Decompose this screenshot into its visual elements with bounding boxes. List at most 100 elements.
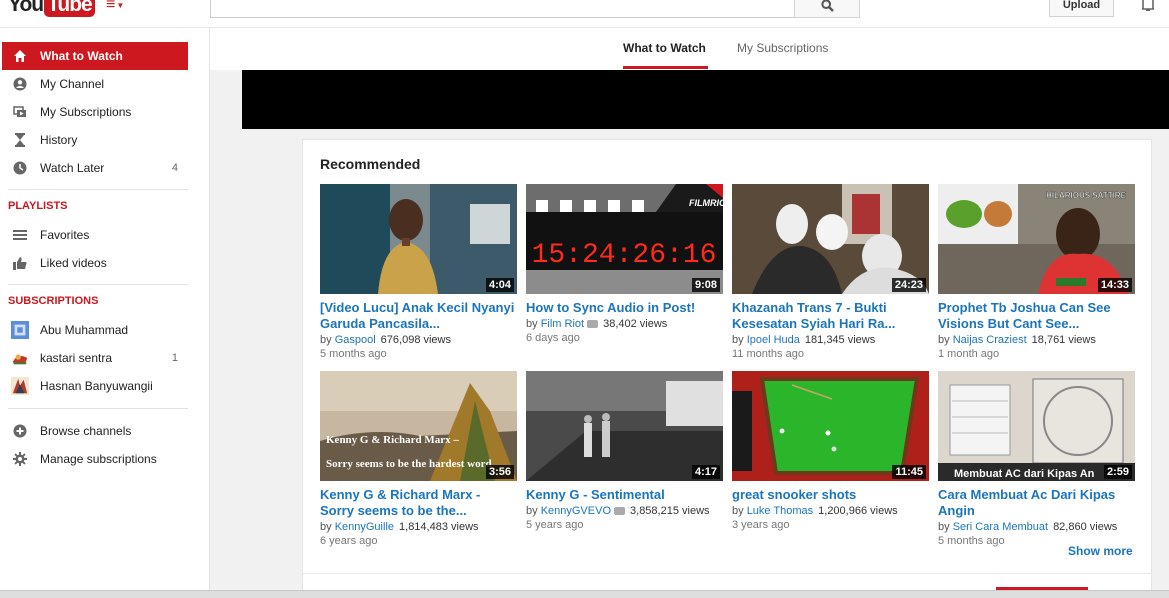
video-title[interactable]: [Video Lucu] Anak Kecil Nyanyi Garuda Pa… (320, 300, 517, 332)
video-thumbnail[interactable]: FILMRIOT 15:24:26:16 9:08 (526, 184, 723, 294)
video-meta: by Film Riot 38,402 views (526, 317, 723, 331)
video-age: 6 days ago (526, 332, 580, 344)
sidebar-item-what-to-watch[interactable]: What to Watch (2, 42, 188, 70)
thumbnail-caption: Membuat AC dari Kipas An (954, 468, 1095, 480)
sidebar-item-label: Liked videos (40, 256, 107, 270)
sidebar-item-browse-channels[interactable]: Browse channels (2, 417, 188, 445)
video-duration: 4:17 (691, 465, 720, 479)
guide-menu-button[interactable]: ≡ ▼ (106, 0, 124, 14)
verified-icon (587, 320, 599, 329)
video-title[interactable]: Prophet Tb Joshua Can See Visions But Ca… (938, 300, 1135, 332)
video-thumbnail[interactable]: 11:45 (732, 371, 929, 481)
channel-link[interactable]: Naijas Craziest (953, 334, 1027, 346)
sidebar-item-liked-videos[interactable]: Liked videos (2, 249, 188, 277)
sidebar-item-label: My Subscriptions (40, 105, 132, 119)
sidebar-item-history[interactable]: History (2, 126, 188, 154)
person-icon (11, 75, 29, 93)
clock-icon (11, 159, 29, 177)
banner (242, 70, 1169, 129)
playlists-heading[interactable]: PLAYLISTS (8, 200, 68, 212)
watch-later-count: 4 (171, 162, 178, 174)
notification-bell-icon[interactable] (1140, 0, 1156, 16)
video-thumbnail[interactable]: Membuat AC dari Kipas An 2:59 (938, 371, 1135, 481)
sidebar-item-label: My Channel (40, 77, 105, 91)
view-count: 38,402 views (603, 318, 668, 330)
video-age: 3 years ago (732, 519, 790, 531)
subscriptions-icon (11, 103, 29, 121)
tab-what-to-watch[interactable]: What to Watch (623, 41, 706, 55)
sidebar-divider (8, 189, 188, 190)
masthead: You Tube ≡ ▼ Upload (0, 0, 1169, 28)
video-card: 11:45 great snooker shots by Luke Thomas… (732, 371, 929, 532)
channel-link[interactable]: Film Riot (541, 318, 584, 330)
guide-sidebar: What to Watch My Channel My Subscription… (0, 28, 210, 598)
youtube-logo[interactable]: You Tube (8, 0, 95, 18)
sidebar-item-abu-muhammad[interactable]: Abu Muhammad (2, 316, 188, 344)
verified-icon (614, 507, 626, 516)
thumbnail-logo: FILMRIOT (689, 198, 723, 208)
video-meta: by KennyGuille 1,814,483 views (320, 520, 517, 534)
sidebar-item-favorites[interactable]: Favorites (2, 221, 188, 249)
video-card: Membuat AC dari Kipas An 2:59 Cara Membu… (938, 371, 1135, 548)
thumbnail-caption: HILARIOUS SATTIRE (1046, 191, 1127, 200)
video-title[interactable]: great snooker shots (732, 487, 929, 503)
channel-link[interactable]: Gaspool (335, 334, 376, 346)
channel-link[interactable]: KennyGuille (335, 521, 394, 533)
video-duration: 9:08 (691, 278, 720, 292)
video-thumbnail[interactable]: 24:23 (732, 184, 929, 294)
video-thumbnail[interactable]: HILARIOUS SATTIRE 14:33 (938, 184, 1135, 294)
home-icon (11, 47, 29, 65)
hourglass-icon (11, 131, 29, 149)
video-title[interactable]: Kenny G - Sentimental (526, 487, 723, 503)
active-tab-indicator (623, 66, 708, 69)
search-button[interactable] (794, 0, 860, 18)
sidebar-item-kastari-sentra[interactable]: kastari sentra 1 (2, 344, 188, 372)
channel-avatar (11, 321, 29, 339)
upload-button[interactable]: Upload (1049, 0, 1114, 17)
video-duration: 14:33 (1097, 278, 1132, 292)
search-icon (820, 0, 834, 12)
view-count: 3,858,215 views (630, 505, 710, 517)
thumbs-up-icon (11, 254, 29, 272)
sidebar-item-label: Favorites (40, 228, 90, 242)
sidebar-item-watch-later[interactable]: Watch Later 4 (2, 154, 188, 182)
video-duration: 24:23 (891, 278, 926, 292)
thumbnail-caption-line1: Kenny G & Richard Marx – (326, 434, 459, 446)
sidebar-item-hasnan-banyuwangii[interactable]: Hasnan Banyuwangii (2, 372, 188, 400)
video-meta: by Luke Thomas 1,200,966 views (732, 504, 929, 518)
plus-circle-icon (11, 422, 29, 440)
video-thumbnail[interactable]: 4:17 (526, 371, 723, 481)
sidebar-item-my-subscriptions[interactable]: My Subscriptions (2, 98, 188, 126)
by-label: by (938, 521, 950, 533)
video-card: 4:04 [Video Lucu] Anak Kecil Nyanyi Garu… (320, 184, 517, 361)
channel-link[interactable]: KennyGVEVO (541, 505, 611, 517)
video-title[interactable]: Cara Membuat Ac Dari Kipas Angin (938, 487, 1135, 519)
channel-link[interactable]: Seri Cara Membuat (953, 521, 1048, 533)
by-label: by (320, 334, 332, 346)
page-background (1152, 129, 1169, 590)
sidebar-item-manage-subscriptions[interactable]: Manage subscriptions (2, 445, 188, 473)
channel-link[interactable]: Luke Thomas (747, 505, 813, 517)
feed-tabs: What to Watch My Subscriptions (210, 28, 1169, 70)
video-title[interactable]: Kenny G & Richard Marx - Sorry seems to … (320, 487, 517, 519)
channel-link[interactable]: Ipoel Huda (747, 334, 800, 346)
view-count: 1,814,483 views (399, 521, 479, 533)
video-title[interactable]: Khazanah Trans 7 - Bukti Kesesatan Syiah… (732, 300, 929, 332)
show-more-link[interactable]: Show more (1068, 544, 1133, 558)
by-label: by (732, 505, 744, 517)
subscriptions-heading[interactable]: SUBSCRIPTIONS (8, 295, 98, 307)
subscription-count: 1 (171, 352, 178, 364)
video-meta: by Gaspool 676,098 views (320, 333, 517, 347)
video-thumbnail[interactable]: Kenny G & Richard Marx – Sorry seems to … (320, 371, 517, 481)
sidebar-item-my-channel[interactable]: My Channel (2, 70, 188, 98)
sidebar-divider (8, 284, 188, 285)
video-duration: 3:56 (485, 465, 514, 479)
video-thumbnail[interactable]: 4:04 (320, 184, 517, 294)
video-card: 4:17 Kenny G - Sentimental by KennyGVEVO… (526, 371, 723, 532)
video-age: 1 month ago (938, 348, 1000, 360)
by-label: by (526, 318, 538, 330)
search-input[interactable] (210, 0, 795, 18)
tab-my-subscriptions[interactable]: My Subscriptions (737, 41, 828, 55)
horizontal-scrollbar[interactable] (0, 590, 1169, 598)
section-title: Recommended (320, 156, 421, 172)
